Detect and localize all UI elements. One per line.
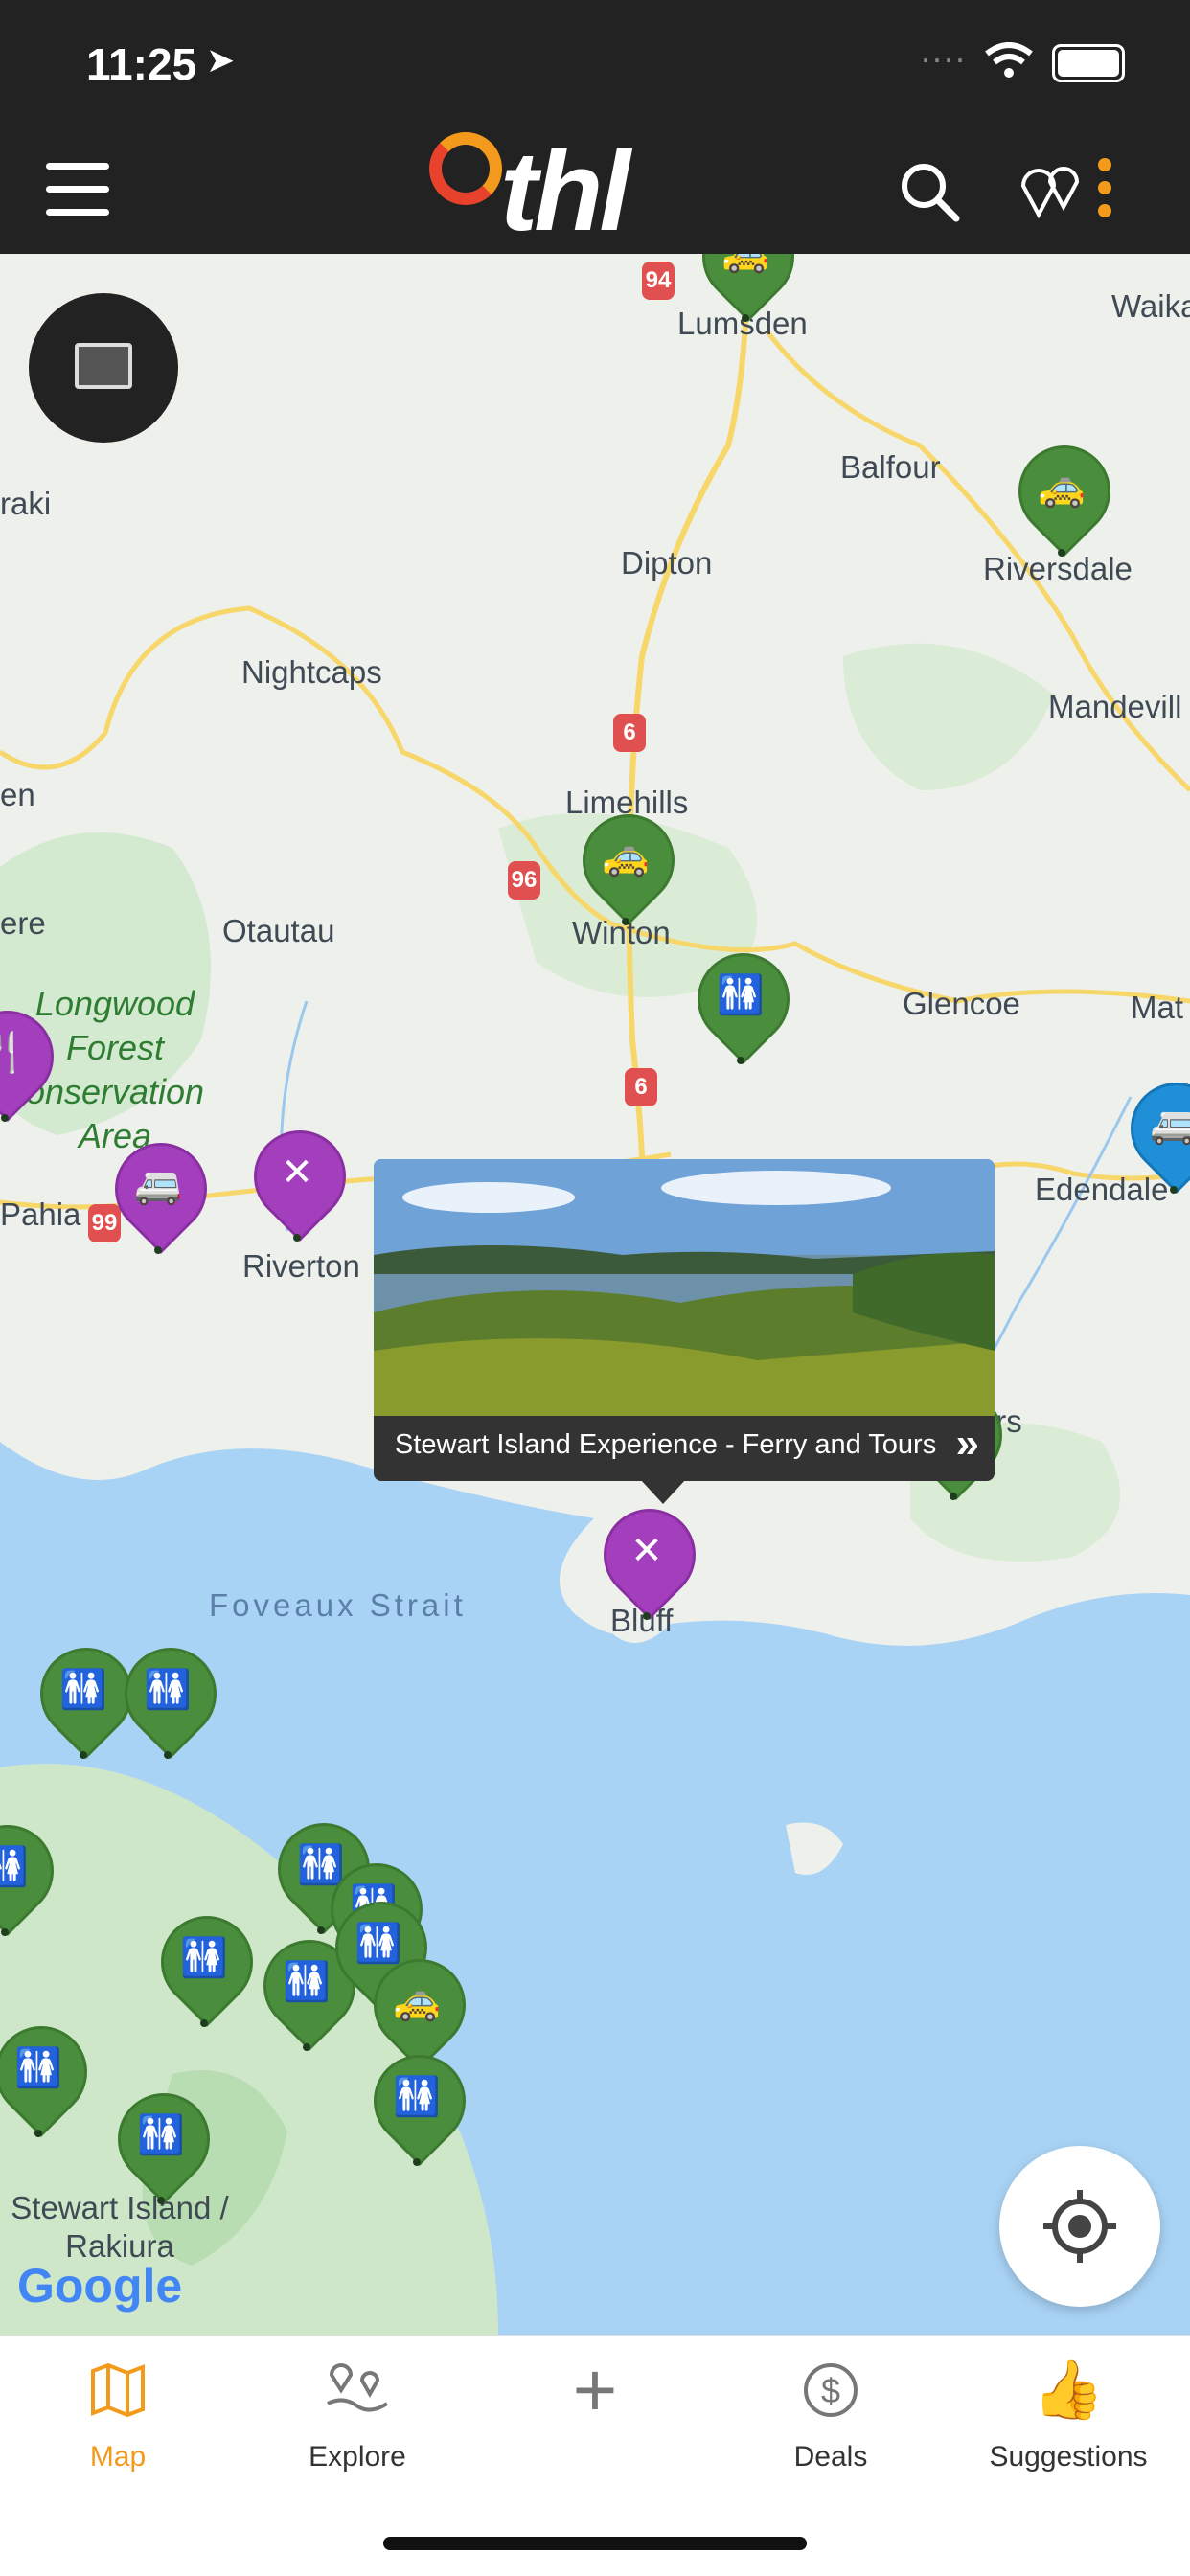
tab-label: Explore bbox=[309, 2441, 406, 2473]
google-logo: Google bbox=[17, 2259, 183, 2313]
battery-icon bbox=[1052, 44, 1125, 82]
map-pin-campervan[interactable]: 🚐 bbox=[1111, 1063, 1190, 1194]
poi-photo bbox=[374, 1159, 995, 1416]
road-shield: 6 bbox=[613, 714, 646, 752]
place-label: Mat bbox=[1131, 990, 1184, 1025]
thumbs-up-icon: 👍 bbox=[1032, 2358, 1105, 2422]
place-label: raki bbox=[0, 486, 52, 521]
map-pin-toilets[interactable]: 🚻 bbox=[142, 1897, 272, 2027]
place-label: Stewart Island / Rakiura bbox=[11, 2190, 229, 2264]
place-label: ere bbox=[0, 905, 46, 941]
tab-label: Suggestions bbox=[989, 2441, 1148, 2473]
poi-title: Stewart Island Experience - Ferry and To… bbox=[395, 1429, 937, 1460]
my-location-button[interactable] bbox=[999, 2146, 1160, 2307]
toilets-icon: 🚻 bbox=[0, 1846, 29, 1888]
svg-text:$: $ bbox=[821, 2371, 840, 2410]
map-pin-toilets[interactable]: 🚻 bbox=[0, 2007, 106, 2137]
tab-deals[interactable]: $ Deals bbox=[725, 2357, 936, 2473]
thl-logo: thl bbox=[429, 126, 678, 255]
map-pin-taxi[interactable]: 🚕 bbox=[563, 795, 694, 925]
map-pin-toilets[interactable]: 🚻 bbox=[105, 1629, 236, 1759]
tab-add[interactable]: + bbox=[490, 2347, 700, 2441]
toilets-icon: 🚻 bbox=[59, 1669, 107, 1711]
chevron-right-icon[interactable]: » bbox=[956, 1420, 979, 1468]
place-label: Nightcaps bbox=[241, 654, 382, 690]
activity-icon: ✕ bbox=[281, 1151, 313, 1194]
area-label-line: Longwood bbox=[34, 984, 195, 1023]
crosshair-icon bbox=[1043, 2190, 1116, 2263]
popup-pointer bbox=[640, 1479, 686, 1504]
tab-explore[interactable]: Explore bbox=[252, 2357, 463, 2473]
dollar-icon: $ bbox=[725, 2357, 936, 2424]
explore-icon bbox=[252, 2357, 463, 2424]
road-shield: 6 bbox=[625, 1068, 657, 1106]
more-vertical-icon[interactable] bbox=[1098, 158, 1111, 217]
map-pin-activity[interactable]: ✕ bbox=[235, 1111, 365, 1242]
restaurant-icon: 🍴 bbox=[0, 1032, 29, 1074]
map-pin-toilets[interactable]: 🚻 bbox=[0, 1806, 73, 1936]
map-pin-toilets[interactable]: 🚻 bbox=[678, 934, 809, 1064]
toilets-icon: 🚻 bbox=[14, 2047, 62, 2089]
tab-map[interactable]: Map bbox=[12, 2357, 223, 2473]
map-pin-restaurant[interactable]: 🍴 bbox=[0, 992, 73, 1122]
toilets-icon: 🚻 bbox=[393, 2076, 441, 2118]
place-label: Mandevill bbox=[1048, 689, 1182, 724]
toilets-icon: 🚻 bbox=[144, 1669, 192, 1711]
map-pins-icon[interactable] bbox=[1018, 157, 1087, 220]
sea-label: Foveaux Strait bbox=[209, 1587, 467, 1623]
wifi-icon bbox=[985, 42, 1033, 78]
place-label: Riversdale bbox=[983, 551, 1133, 586]
road-shield: 96 bbox=[508, 861, 540, 900]
search-icon[interactable] bbox=[899, 161, 960, 222]
map-pin-taxi[interactable]: 🚕 bbox=[999, 426, 1130, 557]
place-label: Riverton bbox=[242, 1248, 360, 1284]
taxi-icon: 🚕 bbox=[602, 835, 650, 878]
status-time: 11:25 bbox=[86, 39, 197, 89]
tab-label: Map bbox=[89, 2441, 147, 2473]
place-label: Balfour bbox=[840, 449, 941, 485]
logo-ring-icon bbox=[429, 132, 502, 205]
location-arrow-icon: ➤ bbox=[206, 40, 236, 80]
taxi-icon: 🚕 bbox=[1038, 467, 1086, 509]
place-label: Waika bbox=[1111, 288, 1190, 324]
tab-label: Deals bbox=[793, 2441, 868, 2473]
menu-icon[interactable] bbox=[46, 163, 109, 217]
toilets-icon: 🚻 bbox=[180, 1937, 228, 1979]
map-pin-toilets[interactable]: 🚻 bbox=[355, 2036, 485, 2166]
place-label: Pahia bbox=[0, 1197, 81, 1232]
place-label: Otautau bbox=[222, 913, 335, 948]
poi-popup-card[interactable]: Stewart Island Experience - Ferry and To… bbox=[374, 1159, 995, 1481]
taxi-icon: 🚕 bbox=[393, 1980, 441, 2022]
tab-suggestions[interactable]: 👍 Suggestions bbox=[963, 2357, 1174, 2473]
map-pin-taxi[interactable]: 🚕 bbox=[355, 1940, 485, 2070]
plus-icon: + bbox=[572, 2347, 618, 2432]
place-label: en bbox=[0, 777, 35, 812]
map-layers-button[interactable] bbox=[29, 293, 178, 443]
activity-icon: ✕ bbox=[630, 1530, 663, 1572]
status-bar: 11:25 ➤ ···· bbox=[0, 0, 1190, 129]
campervan-icon: 🚐 bbox=[1150, 1104, 1190, 1146]
map-pin-toilets[interactable]: 🚻 bbox=[99, 2074, 229, 2204]
map-book-icon bbox=[75, 343, 132, 389]
taxi-icon: 🚕 bbox=[702, 254, 789, 280]
map-pin-taxi[interactable]: 🚕 bbox=[683, 254, 813, 322]
home-indicator bbox=[383, 2537, 807, 2550]
map-pin-toilets[interactable]: 🚻 bbox=[21, 1629, 151, 1759]
campervan-icon: 🚐 bbox=[134, 1164, 182, 1206]
map-pin-activity[interactable]: ✕ bbox=[584, 1490, 715, 1620]
place-label: Glencoe bbox=[903, 986, 1020, 1021]
place-label: Dipton bbox=[621, 545, 713, 581]
logo-text: thl bbox=[500, 128, 630, 255]
road-shield: 94 bbox=[642, 262, 675, 300]
toilets-icon: 🚻 bbox=[717, 974, 765, 1016]
toilets-icon: 🚻 bbox=[137, 2114, 185, 2156]
map-icon bbox=[12, 2357, 223, 2424]
map-pin-campervan[interactable]: 🚐 bbox=[96, 1124, 226, 1254]
signal-icon: ···· bbox=[920, 38, 966, 78]
